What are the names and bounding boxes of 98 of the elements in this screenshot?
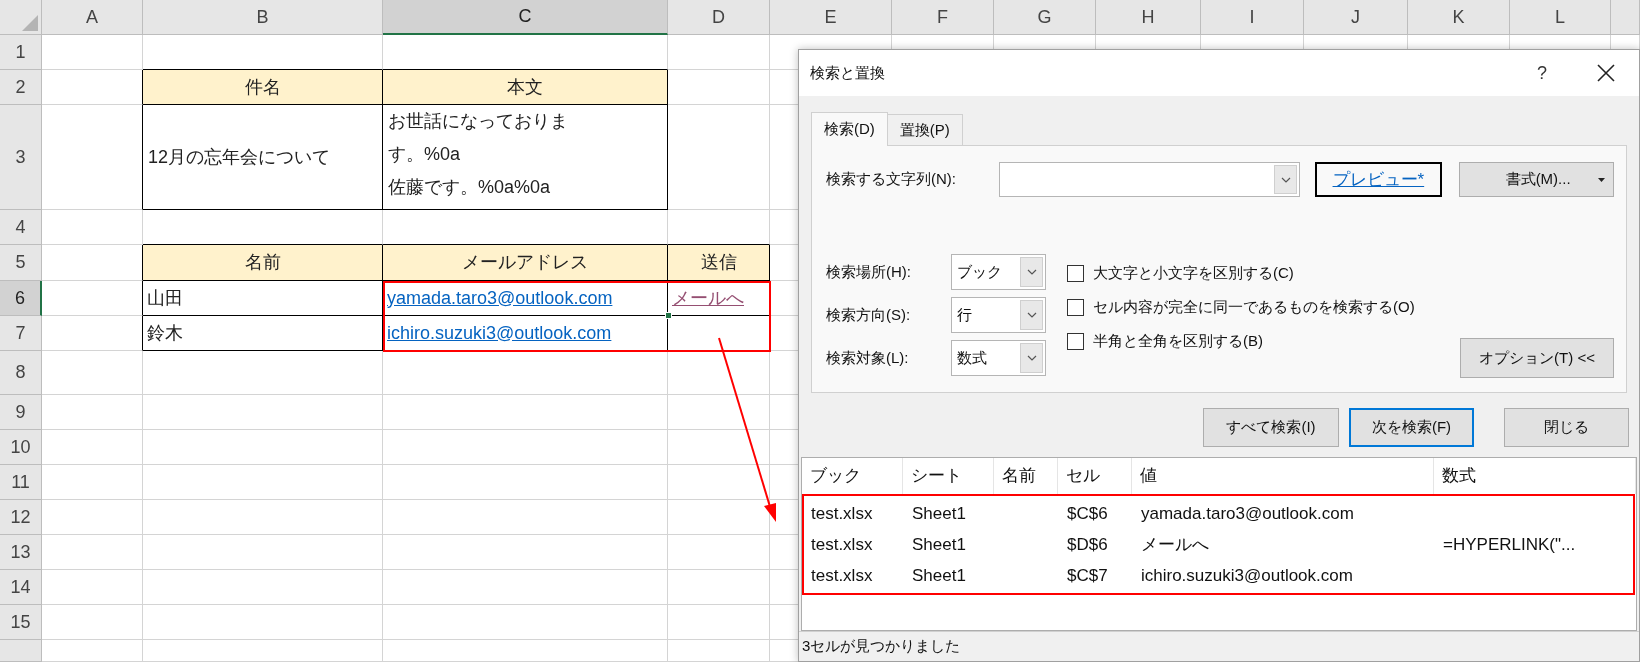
table-header-cell: メールアドレス [383, 245, 668, 281]
column-header[interactable]: D [668, 0, 770, 35]
list-cell-text: $C$7 [1067, 564, 1108, 587]
checkbox[interactable] [1067, 332, 1084, 350]
help-button[interactable]: ? [1537, 59, 1547, 87]
format-button[interactable]: 書式(M)... [1458, 162, 1614, 197]
column-header[interactable]: L [1510, 0, 1611, 35]
table-cell-text: す。%0a [388, 143, 461, 166]
sheet-cell[interactable] [42, 281, 143, 316]
preview-link[interactable]: プレビュー* [1315, 162, 1442, 197]
row-header[interactable]: 2 [0, 70, 42, 105]
table-header-cell: 名前 [143, 245, 383, 281]
field-label: 検索対象(L): [826, 347, 910, 368]
list-cell-text: Sheet1 [912, 502, 966, 525]
row-header[interactable]: 14 [0, 570, 42, 605]
dialog-title: 検索と置換 [810, 62, 885, 83]
caret-icon [1598, 178, 1605, 182]
row-header[interactable]: 12 [0, 500, 42, 535]
fill-handle[interactable] [665, 312, 672, 319]
list-column-header[interactable]: シート [903, 458, 994, 494]
hyperlink[interactable]: ichiro.suzuki3@outlook.com [387, 319, 612, 347]
table-cell-text: 鈴木 [147, 321, 183, 345]
row-header[interactable]: 11 [0, 465, 42, 500]
column-header[interactable]: E [770, 0, 892, 35]
row-header[interactable]: 5 [0, 245, 42, 281]
column-header[interactable]: K [1408, 0, 1510, 35]
row-header[interactable]: 9 [0, 395, 42, 430]
checkbox-label: セル内容が完全に同一であるものを検索する(O) [1093, 296, 1415, 317]
table-header-cell: 本文 [383, 70, 668, 105]
checkbox-label: 大文字と小文字を区別する(C) [1093, 262, 1294, 283]
column-header[interactable] [1611, 0, 1640, 35]
hyperlink[interactable]: メールへ [672, 284, 744, 312]
table-header-cell: 件名 [143, 70, 383, 105]
list-cell-text: $D$6 [1067, 533, 1108, 556]
dialog-button[interactable]: 次を検索(F) [1349, 408, 1474, 447]
select-all-icon[interactable] [22, 15, 38, 31]
status-text: 3セルが見つかりました [802, 636, 961, 657]
dialog-button[interactable]: すべて検索(I) [1203, 408, 1339, 447]
combo-box[interactable] [999, 162, 1301, 197]
row-header[interactable]: 10 [0, 430, 42, 465]
column-header[interactable]: F [892, 0, 994, 35]
table-cell-text: 佐藤です。%0a%0a [388, 176, 551, 199]
combo-box[interactable]: 行 [951, 297, 1046, 333]
chevron-down-icon [1026, 269, 1037, 275]
list-cell-text: test.xlsx [811, 533, 873, 556]
list-cell-text: メールへ [1141, 533, 1209, 556]
column-header[interactable]: C [383, 0, 668, 35]
tab[interactable]: 検索(D) [811, 112, 888, 146]
sheet-cell[interactable] [42, 316, 143, 351]
field-label: 検索方向(S): [826, 304, 912, 325]
combo-box[interactable]: ブック [951, 254, 1046, 290]
row-header[interactable] [0, 640, 42, 662]
list-cell-text: test.xlsx [811, 564, 873, 587]
tab[interactable]: 置換(P) [887, 114, 963, 145]
checkbox[interactable] [1067, 264, 1084, 282]
table-cell-text: 山田 [147, 286, 183, 310]
row-header[interactable]: 15 [0, 605, 42, 640]
column-header[interactable]: I [1201, 0, 1304, 35]
checkbox[interactable] [1067, 298, 1084, 316]
sheet-cell[interactable] [42, 105, 143, 210]
column-header[interactable]: J [1304, 0, 1408, 35]
chevron-down-icon [1026, 312, 1037, 318]
table-header-cell: 送信 [668, 245, 770, 281]
list-column-header[interactable]: 値 [1132, 458, 1434, 494]
column-header[interactable]: B [143, 0, 383, 35]
column-header[interactable]: A [42, 0, 143, 35]
hyperlink[interactable]: yamada.taro3@outlook.com [387, 284, 613, 312]
field-label: 検索する文字列(N): [826, 169, 957, 190]
combo-box[interactable]: 数式 [951, 340, 1046, 376]
row-header[interactable]: 1 [0, 35, 42, 70]
list-column-header[interactable]: ブック [802, 458, 903, 494]
list-cell-text: =HYPERLINK("... [1443, 533, 1576, 556]
row-header[interactable]: 8 [0, 351, 42, 395]
checkbox-label: 半角と全角を区別する(B) [1093, 330, 1263, 351]
column-header[interactable]: H [1096, 0, 1201, 35]
column-header[interactable]: G [994, 0, 1096, 35]
row-header[interactable]: 6 [0, 281, 42, 316]
list-column-header[interactable]: セル [1058, 458, 1132, 494]
dialog-button[interactable]: 閉じる [1504, 408, 1629, 447]
chevron-down-icon [1026, 355, 1037, 361]
row-header[interactable]: 13 [0, 535, 42, 570]
table-cell: 12月の忘年会について [143, 105, 383, 210]
list-cell-text: test.xlsx [811, 502, 873, 525]
table-cell-text: お世話になっておりま [388, 110, 568, 133]
row-header[interactable]: 7 [0, 316, 42, 351]
list-cell-text: $C$6 [1067, 502, 1108, 525]
list-column-header[interactable]: 数式 [1434, 458, 1636, 494]
chevron-down-icon [1280, 176, 1291, 183]
field-label: 検索場所(H): [826, 261, 912, 282]
row-header[interactable]: 3 [0, 105, 42, 210]
list-cell-text: yamada.taro3@outlook.com [1141, 502, 1354, 525]
list-cell-text: Sheet1 [912, 564, 966, 587]
list-cell-text: ichiro.suzuki3@outlook.com [1141, 564, 1353, 587]
options-button[interactable]: オプション(T) << [1460, 338, 1614, 378]
close-icon[interactable] [1597, 64, 1615, 82]
list-cell-text: Sheet1 [912, 533, 966, 556]
row-header[interactable]: 4 [0, 210, 42, 245]
list-column-header[interactable]: 名前 [994, 458, 1058, 494]
